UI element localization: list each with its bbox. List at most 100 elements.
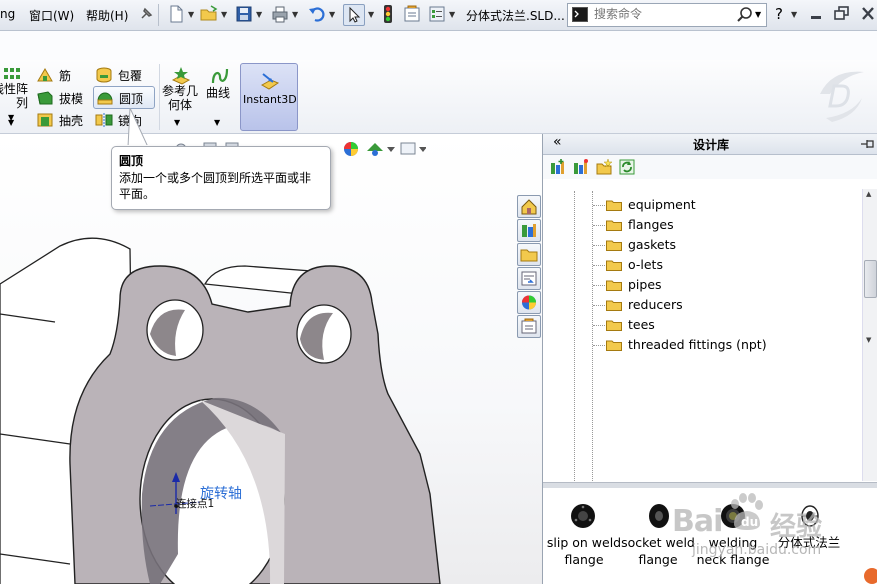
menu-item-tools[interactable]: ng (0, 7, 15, 21)
tree-item-label: reducers (628, 297, 683, 312)
tree-scrollbar[interactable]: ▲ ▼ (862, 189, 877, 481)
custom-properties-icon (521, 318, 537, 334)
print-icon[interactable] (270, 4, 290, 24)
design-library-toolbar (543, 155, 877, 179)
tab-solidworks-resources[interactable] (517, 195, 541, 218)
wrap-button[interactable]: 包覆 (95, 66, 155, 84)
folder-icon (606, 320, 622, 331)
pin-icon[interactable] (859, 137, 875, 151)
tree-item-pipes[interactable]: pipes (546, 275, 856, 295)
tree-item-label: pipes (628, 277, 662, 292)
svg-text:du: du (741, 515, 758, 529)
rib-button[interactable]: 筋 (36, 66, 88, 84)
folder-icon (606, 280, 622, 291)
folder-icon (606, 200, 622, 211)
chevron-down-icon[interactable]: ▼ (188, 10, 194, 19)
close-icon[interactable] (858, 4, 877, 24)
appearances-icon (522, 295, 536, 310)
library-item-label: slip on weld flange (546, 535, 622, 567)
curves-label: 曲线 (206, 86, 231, 100)
tree-item-flanges[interactable]: flanges (546, 215, 856, 235)
chevron-down-icon[interactable]: ▼ (221, 10, 227, 19)
curves-button[interactable]: 曲线 ▼ (203, 64, 237, 130)
tree-scrollbar-thumb[interactable] (864, 260, 877, 298)
tree-item-label: threaded fittings (npt) (628, 337, 767, 352)
chevron-down-icon[interactable]: ▼ (755, 10, 761, 19)
chevron-down-icon[interactable]: ▼ (449, 10, 455, 19)
tooltip-description: 添加一个或多个圆顶到所选平面或非平面。 (119, 171, 312, 201)
open-folder-icon[interactable] (199, 4, 219, 24)
chevron-down-icon[interactable]: ▼ (329, 10, 335, 19)
rib-label: 筋 (59, 69, 72, 83)
tree-item-label: gaskets (628, 237, 677, 252)
chevron-down-icon[interactable]: ▼ (8, 118, 14, 127)
task-pane-tabs (517, 195, 541, 340)
undo-icon[interactable] (307, 4, 327, 24)
tab-custom-properties[interactable] (517, 315, 541, 338)
tree-item-label: tees (628, 317, 655, 332)
file-properties-icon[interactable] (402, 4, 422, 24)
library-item-slip-on-weld-flange[interactable]: slip on weld flange (542, 496, 626, 576)
tree-item-gaskets[interactable]: gaskets (546, 235, 856, 255)
tree-item-label: flanges (628, 217, 674, 232)
rebuild-traffic-light-icon[interactable] (381, 4, 401, 24)
refresh-icon[interactable] (618, 158, 636, 176)
dome-button[interactable]: 圆顶 (93, 86, 155, 109)
curves-icon (211, 68, 229, 84)
draft-icon (37, 91, 53, 105)
flange-thumbnail-icon (649, 504, 669, 528)
tab-view-palette[interactable] (517, 267, 541, 290)
shell-button[interactable]: 抽壳 (36, 111, 88, 129)
command-manager-tab-strip (0, 31, 877, 60)
chevron-down-icon[interactable]: ▼ (292, 10, 298, 19)
dome-icon (97, 92, 113, 105)
search-input[interactable] (592, 6, 736, 22)
pin-icon[interactable] (138, 6, 154, 22)
feedback-badge[interactable] (864, 568, 877, 584)
design-library-icon (522, 224, 536, 237)
watermark-url: jingyan.baidu.com (692, 542, 822, 558)
chevron-down-icon[interactable]: ▼ (791, 10, 797, 19)
reference-geometry-button[interactable]: 参考几 何体 ▼ (160, 64, 200, 130)
dassault-systemes-logo-icon (820, 71, 864, 122)
instant3d-label: Instant3D (243, 93, 297, 106)
collapse-pane-button[interactable]: « (553, 134, 562, 150)
tree-item-threaded-fittings-npt[interactable]: threaded fittings (npt) (546, 335, 856, 355)
save-icon[interactable] (234, 4, 254, 24)
tree-item-tees[interactable]: tees (546, 315, 856, 335)
reference-geometry-icon (171, 67, 191, 85)
tree-item-equipment[interactable]: equipment (546, 195, 856, 215)
create-new-folder-icon[interactable] (595, 158, 613, 176)
options-icon[interactable] (427, 4, 447, 24)
tree-item-reducers[interactable]: reducers (546, 295, 856, 315)
chevron-down-icon[interactable]: ▼ (214, 118, 220, 127)
chevron-down-icon[interactable]: ▼ (174, 118, 180, 127)
menu-item-window[interactable]: 窗口(W) (29, 7, 74, 24)
restore-icon[interactable] (832, 4, 852, 24)
menu-item-help[interactable]: 帮助(H) (86, 7, 128, 24)
search-icon[interactable] (736, 6, 754, 24)
instant3d-button[interactable]: Instant3D (240, 63, 298, 131)
add-file-location-icon[interactable] (572, 158, 590, 176)
chevron-down-icon[interactable]: ▼ (256, 10, 262, 19)
tab-file-explorer[interactable] (517, 243, 541, 266)
linear-pattern-button[interactable]: 线性阵列 ▼ (0, 65, 28, 125)
select-button[interactable] (343, 4, 365, 26)
tree-item-label: equipment (628, 197, 696, 212)
tooltip-title: 圆顶 (119, 154, 144, 168)
add-to-library-icon[interactable] (549, 158, 567, 176)
search-box[interactable]: ▼ (567, 3, 767, 27)
new-document-icon[interactable] (166, 4, 186, 24)
chevron-down-icon[interactable]: ▼ (368, 10, 374, 19)
tab-appearances[interactable] (517, 291, 541, 314)
dome-label: 圆顶 (119, 92, 144, 106)
folder-icon (606, 260, 622, 271)
help-button[interactable]: ? (775, 5, 783, 23)
tab-design-library[interactable] (517, 219, 541, 242)
minimize-icon[interactable] (806, 4, 826, 24)
draft-button[interactable]: 拔模 (36, 89, 88, 107)
scroll-up-icon[interactable]: ▲ (866, 190, 871, 198)
tree-item-o-lets[interactable]: o-lets (546, 255, 856, 275)
pane-splitter[interactable] (543, 482, 877, 488)
scroll-down-icon[interactable]: ▼ (866, 336, 871, 344)
